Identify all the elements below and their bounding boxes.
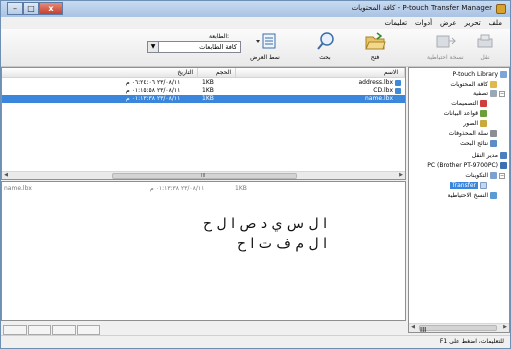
scroll-left-icon[interactable]: ◀ bbox=[409, 324, 417, 331]
chevron-down-icon[interactable]: ▼ bbox=[148, 42, 159, 52]
printer-icon bbox=[500, 162, 507, 169]
tree-item-transfer[interactable]: Transfer bbox=[449, 181, 487, 190]
menu-bar: ملف تحرير عرض أدوات تعليمات bbox=[1, 17, 510, 29]
scroll-left-icon[interactable]: ◀ bbox=[2, 172, 10, 179]
preview-filename: name.lbx bbox=[4, 185, 32, 192]
search-icon bbox=[490, 140, 497, 147]
content-pane: الاسم الحجم التاريخ address.lbx 1KB ٢٣/٠… bbox=[1, 67, 406, 338]
transfer-button[interactable]: نقل bbox=[467, 31, 503, 61]
lbx-file-icon bbox=[395, 95, 401, 102]
file-date: ٢٣/٠٨/١١ ٠١:١٥:٥٨ م bbox=[126, 87, 181, 94]
menu-help[interactable]: تعليمات bbox=[381, 17, 412, 29]
table-row[interactable]: address.lbx 1KB ٢٣/٠٨/١١ ٠٦:٢٤:٠٦ م bbox=[2, 79, 405, 87]
search-icon bbox=[314, 31, 336, 51]
scroll-right-icon[interactable]: ▶ bbox=[501, 324, 509, 331]
display-style-button[interactable]: نمط العرض bbox=[247, 31, 283, 61]
menu-view[interactable]: عرض bbox=[436, 17, 461, 29]
tree-item-library[interactable]: P-touch Library bbox=[453, 70, 507, 79]
printer-label: الطابعة: bbox=[209, 33, 230, 40]
title-bar: – □ x P-touch Transfer Manager - كافة ال… bbox=[1, 1, 510, 17]
file-date: ٢٣/٠٨/١١ ٠١:١٣:٣٨ م bbox=[126, 95, 181, 102]
search-button[interactable]: بحث bbox=[307, 31, 343, 61]
lbx-file-icon bbox=[395, 87, 401, 94]
image-icon bbox=[480, 120, 487, 127]
file-date: ٢٣/٠٨/١١ ٠٦:٢٤:٠٦ م bbox=[126, 79, 181, 86]
window-controls: – □ x bbox=[7, 2, 63, 15]
database-icon bbox=[480, 110, 487, 117]
column-header-name[interactable]: الاسم bbox=[236, 68, 405, 78]
scroll-thumb[interactable]: III bbox=[112, 173, 297, 179]
window-title: P-touch Transfer Manager - كافة المحتويا… bbox=[351, 4, 492, 12]
configurations-icon bbox=[490, 172, 497, 179]
file-name: address.lbx bbox=[358, 79, 401, 87]
file-list: الاسم الحجم التاريخ address.lbx 1KB ٢٣/٠… bbox=[1, 67, 406, 180]
transfer-icon bbox=[474, 31, 496, 51]
minimize-button[interactable]: – bbox=[7, 2, 23, 15]
tree-item-backups[interactable]: النسخ الاحتياطية bbox=[448, 191, 497, 200]
column-header-size[interactable]: الحجم bbox=[198, 68, 236, 78]
tree-item-filter[interactable]: تصفية bbox=[473, 89, 497, 98]
status-panel bbox=[52, 325, 76, 335]
scroll-thumb[interactable]: III bbox=[419, 325, 497, 334]
app-window: – □ x P-touch Transfer Manager - كافة ال… bbox=[0, 0, 511, 349]
backup-icon bbox=[434, 31, 457, 51]
column-header-date[interactable]: التاريخ bbox=[2, 68, 198, 78]
recycle-bin-icon bbox=[490, 130, 497, 137]
status-panels bbox=[3, 325, 101, 335]
label-text-line-1: ا ل س ي د ص ا ل ح bbox=[203, 216, 327, 232]
list-horizontal-scrollbar[interactable]: ◀ III ▶ bbox=[2, 171, 405, 179]
library-icon bbox=[500, 71, 507, 78]
file-name: name.lbx bbox=[365, 95, 401, 103]
menu-tools[interactable]: أدوات bbox=[411, 17, 436, 29]
file-name: CD.lbx bbox=[373, 87, 401, 95]
printer-select[interactable]: ▼ كافة الطابعات bbox=[147, 41, 241, 53]
open-folder-icon bbox=[364, 31, 386, 51]
folder-icon bbox=[490, 81, 497, 88]
label-preview: name.lbx ٢٣/٠٨/١١ ٠١:١٣:٣٨ م 1KB ا ل س ي… bbox=[1, 181, 406, 321]
preview-size: 1KB bbox=[235, 185, 247, 192]
file-size: 1KB bbox=[202, 79, 214, 86]
table-row-selected[interactable]: name.lbx 1KB ٢٣/٠٨/١١ ٠١:١٣:٣٨ م bbox=[2, 95, 405, 103]
tree-item-databases[interactable]: قواعد البيانات bbox=[444, 109, 487, 118]
tree-item-recycle-bin[interactable]: سلة المحذوفات bbox=[449, 129, 497, 138]
transfer-folder-icon bbox=[480, 182, 487, 189]
tree-item-search-results[interactable]: نتائج البحث bbox=[460, 139, 497, 148]
open-button[interactable]: فتح bbox=[357, 31, 393, 61]
layout-icon bbox=[480, 100, 487, 107]
menu-file[interactable]: ملف bbox=[485, 17, 506, 29]
tree-item-layouts[interactable]: التصميمات bbox=[451, 99, 487, 108]
tree-item-images[interactable]: الصور bbox=[463, 119, 487, 128]
maximize-button[interactable]: □ bbox=[23, 2, 39, 15]
table-row[interactable]: CD.lbx 1KB ٢٣/٠٨/١١ ٠١:١٥:٥٨ م bbox=[2, 87, 405, 95]
tree-expander[interactable]: − bbox=[499, 173, 505, 179]
status-help-text: للتعليمات، اضغط على F1 bbox=[439, 338, 504, 345]
tree-expander[interactable]: − bbox=[499, 91, 505, 97]
scroll-right-icon[interactable]: ▶ bbox=[397, 172, 405, 179]
file-size: 1KB bbox=[202, 95, 214, 102]
close-button[interactable]: x bbox=[39, 2, 63, 15]
toolbar: نقل نسخة احتياطية فتح بحث نمط العرض الطا… bbox=[1, 29, 510, 67]
backup-folder-icon bbox=[490, 192, 497, 199]
folder-tree: P-touch Library كافة المحتويات − تصفية ا… bbox=[408, 67, 510, 334]
tree-horizontal-scrollbar[interactable]: ◀ III ▶ bbox=[409, 323, 509, 334]
view-style-icon bbox=[254, 31, 276, 51]
file-size: 1KB bbox=[202, 87, 214, 94]
tree-item-printer[interactable]: (PC (Brother PT-9700PC bbox=[427, 161, 507, 170]
tree-item-all-contents[interactable]: كافة المحتويات bbox=[450, 80, 497, 89]
preview-date: ٢٣/٠٨/١١ ٠١:١٣:٣٨ م bbox=[150, 185, 205, 192]
menu-edit[interactable]: تحرير bbox=[461, 17, 485, 29]
backup-button[interactable]: نسخة احتياطية bbox=[427, 31, 464, 61]
status-panel bbox=[76, 325, 100, 335]
filter-icon bbox=[490, 90, 497, 97]
lbx-file-icon bbox=[395, 79, 401, 86]
status-panel bbox=[3, 325, 27, 335]
app-icon bbox=[496, 4, 506, 14]
tree-item-transfer-manager[interactable]: مدير النقل bbox=[472, 151, 507, 160]
status-panel bbox=[27, 325, 51, 335]
transfer-manager-icon bbox=[500, 152, 507, 159]
status-bar: للتعليمات، اضغط على F1 bbox=[1, 335, 510, 348]
label-text-line-2: ا ل م ف ت ا ح bbox=[236, 236, 327, 252]
tree-item-configurations[interactable]: التكوينات bbox=[465, 171, 497, 180]
